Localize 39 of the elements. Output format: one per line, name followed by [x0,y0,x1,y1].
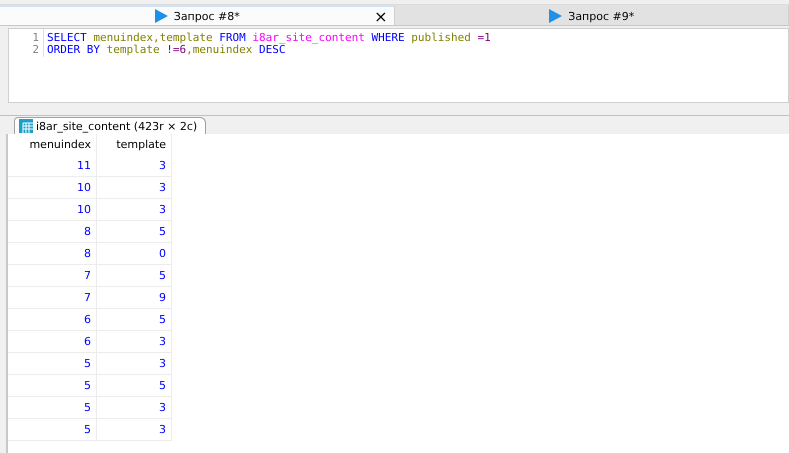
table-cell: 3 [96,155,172,176]
table-cell: 11 [8,155,96,176]
table-cell: 9 [96,286,172,308]
table-cell: 7 [8,264,96,286]
table-cell: 6 [8,330,96,352]
table-cell: 5 [96,374,172,396]
table-cell: 6 [8,308,96,330]
table-cell: 3 [96,352,172,374]
table-cell: 3 [96,176,172,198]
sql-editor[interactable]: 1 SELECT menuindex,template FROM i8ar_site_content WHERE published =1 2 ORDER BY template !=6,menuindex DESC [8,28,789,103]
table-cell: 10 [8,198,96,220]
table-cell: 10 [8,176,96,198]
line-number: 1 [31,30,40,43]
column-header[interactable]: menuindex [8,134,96,155]
close-icon[interactable]: × [374,8,388,26]
table-cell: 5 [8,418,96,440]
table-cell: 5 [8,374,96,396]
code-line: SELECT menuindex,template FROM i8ar_site_content WHERE published =1 [43,29,491,43]
table-cell: 8 [8,242,96,264]
table-cell: 0 [96,242,172,264]
play-icon [548,9,562,23]
table-cell: 5 [96,308,172,330]
table-cell: 3 [96,330,172,352]
table-cell: 3 [96,418,172,440]
code-line: ORDER BY template !=6,menuindex DESC [43,43,286,57]
table-cell: 8 [8,220,96,242]
play-icon [154,9,168,23]
table-cell: 5 [96,264,172,286]
query-tab[interactable]: Запрос #9* [394,5,789,25]
table-cell: 7 [8,286,96,308]
line-number: 2 [31,43,40,57]
result-tab[interactable]: i8ar_site_content (423r × 2c) [14,117,206,134]
table-cell: 3 [96,198,172,220]
column-header[interactable]: template [96,134,172,155]
table-cell: 5 [96,220,172,242]
table-cell: 5 [8,396,96,418]
table-cell: 3 [96,396,172,418]
table-cell: 5 [8,352,96,374]
query-tab[interactable]: Запрос #8* × [0,5,394,25]
